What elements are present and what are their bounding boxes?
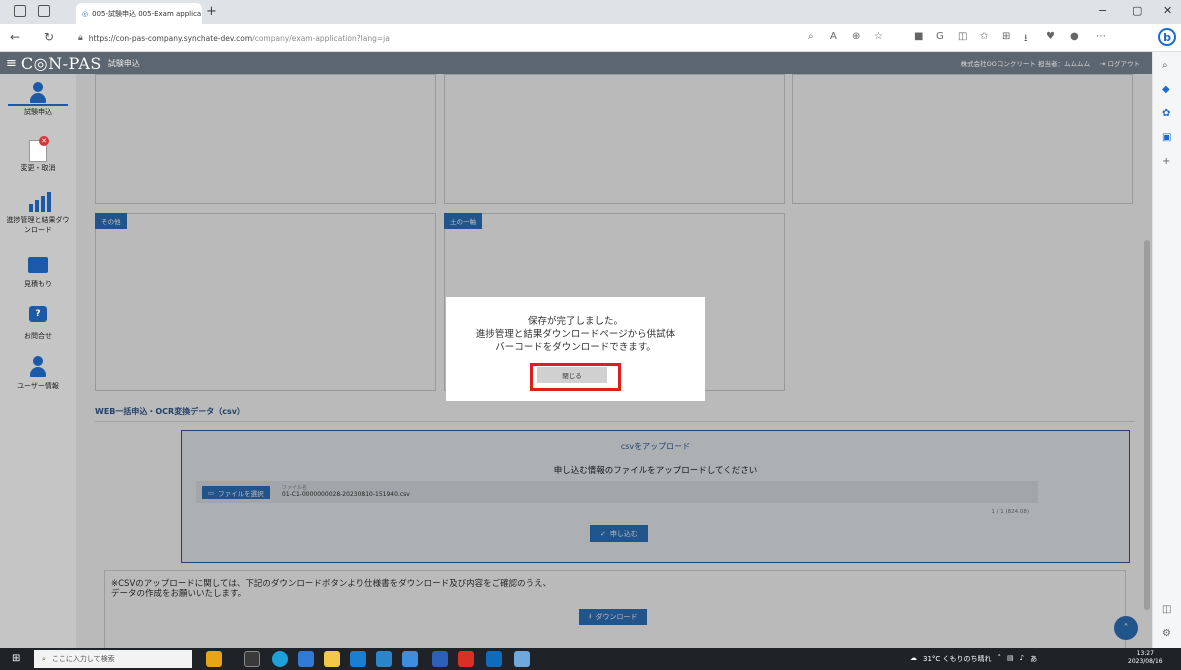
sidebar-item-label: お問合せ: [24, 332, 52, 340]
clock-time: 13:27: [1136, 650, 1154, 657]
url-path: /company/exam-application?lang=ja: [252, 33, 390, 43]
outlook-app-icon[interactable]: [486, 651, 502, 667]
highlight-box: [530, 363, 621, 391]
mail-app-icon[interactable]: [350, 651, 366, 667]
user-icon: [27, 356, 49, 378]
shopping-tag-icon[interactable]: ◆: [1162, 84, 1170, 95]
sidebar-item-estimate[interactable]: 見積もり: [0, 254, 76, 289]
dialog-line-2: 進捗管理と結果ダウンロードページから供試体: [475, 329, 676, 340]
search-placeholder: ここに入力して検索: [51, 655, 115, 663]
task-view-icon[interactable]: [244, 651, 260, 667]
tab-title: 005-試験申込 005-Exam applica: [92, 9, 202, 18]
zoom-icon[interactable]: ⊕: [852, 31, 860, 42]
sidebar-item-label: 試験申込: [24, 108, 52, 116]
tray-overflow-icon[interactable]: ˄: [998, 654, 1002, 664]
favorites-icon[interactable]: ✩: [980, 31, 988, 42]
settings-gear-icon[interactable]: ⚙: [1162, 628, 1171, 639]
close-window-icon[interactable]: ✕: [1163, 4, 1172, 17]
sidebar-item-label: ユーザー情報: [17, 382, 59, 390]
sidebar-item-contact[interactable]: ? お問合せ: [0, 306, 76, 341]
sidebar-item-label: 見積もり: [24, 280, 52, 288]
person-icon: [27, 82, 49, 104]
browser-tab[interactable]: ◎ 005-試験申込 005-Exam applica ×: [76, 3, 202, 24]
search-icon: ⌕: [42, 654, 46, 663]
back-icon[interactable]: ←: [10, 30, 20, 44]
tab-favicon-icon: ◎: [82, 9, 89, 18]
add-icon[interactable]: +: [1162, 156, 1170, 167]
weather-icon: ☁: [910, 654, 917, 662]
windows-taskbar: ⊞ ⌕ ここに入力して検索 ☁ 31°C くもりのち晴れ ˄ ▤ ♪ あ 13:…: [0, 648, 1181, 670]
app-logo: C◎N-PAS: [20, 53, 102, 73]
search-icon[interactable]: ⌕: [1162, 60, 1168, 71]
network-icon[interactable]: ▤: [1007, 654, 1014, 664]
question-bubble-icon: ?: [27, 306, 49, 328]
company-info: 株式会社OOコンクリート 担当者：ムムムム: [960, 60, 1090, 68]
dialog-line-1: 保存が完了しました。: [527, 316, 623, 327]
more-icon[interactable]: ⋯: [1096, 31, 1106, 42]
document-cancel-icon: ✕: [27, 136, 49, 162]
new-tab-icon[interactable]: +: [206, 4, 217, 19]
sidebar: 試験申込 ✕ 変更・取消 進捗管理と結果ダウンロード 見積もり ? お問合せ ユ…: [0, 74, 76, 648]
edge-app-icon[interactable]: [272, 651, 288, 667]
edge-side-panel: ⌕ ◆ ✿ ▣ + ◫ ⚙: [1152, 52, 1181, 648]
url-host: https://con-pas-company.synchate-dev.com: [88, 33, 253, 43]
taskbar-search[interactable]: ⌕ ここに入力して検索: [34, 650, 192, 668]
app-2-icon[interactable]: [402, 651, 418, 667]
app-icon[interactable]: [376, 651, 392, 667]
explorer-app-icon[interactable]: [324, 651, 340, 667]
performance-icon[interactable]: ♥: [1046, 31, 1055, 42]
extension-icon[interactable]: ■: [914, 31, 923, 42]
logout-label: ログアウト: [1107, 60, 1141, 68]
browser-tab-bar: ◎ 005-試験申込 005-Exam applica × + − ▢ ✕: [0, 0, 1181, 24]
clock[interactable]: 13:27 2023/08/16: [1128, 650, 1163, 666]
sidebar-item-label: 進捗管理と結果ダウンロード: [6, 216, 70, 234]
workspaces-icon[interactable]: [14, 5, 26, 17]
briefcase-app-icon[interactable]: [206, 651, 222, 667]
app-header: ≡ C◎N-PAS 試験申込 株式会社OOコンクリート 担当者：ムムムム ⇥ ロ…: [0, 52, 1152, 74]
sidebar-item-change-cancel[interactable]: ✕ 変更・取消: [0, 136, 76, 173]
restore-icon[interactable]: ▢: [1132, 4, 1142, 17]
weather-text[interactable]: 31°C くもりのち晴れ: [923, 654, 992, 664]
bar-chart-icon: [27, 190, 51, 212]
collections-icon[interactable]: ⊞: [1002, 31, 1010, 42]
downloads-icon[interactable]: ⭳: [1024, 31, 1028, 48]
dialog-line-3: バーコードをダウンロードできます。: [495, 342, 656, 353]
dialog-message: 保存が完了しました。 進捗管理と結果ダウンロードページから供試体 バーコードをダ…: [446, 315, 705, 354]
envelope-icon: [27, 254, 49, 276]
word-app-icon[interactable]: [432, 651, 448, 667]
windows-start-icon[interactable]: ⊞: [12, 653, 20, 664]
sidebar-item-user-info[interactable]: ユーザー情報: [0, 356, 76, 391]
lock-icon: 🔒︎: [78, 33, 83, 43]
minimize-icon[interactable]: −: [1098, 4, 1107, 17]
ime-indicator[interactable]: あ: [1030, 654, 1037, 664]
page-title: 試験申込: [107, 58, 140, 68]
outlook-icon[interactable]: ▣: [1162, 132, 1171, 143]
active-indicator: [8, 104, 68, 106]
tab-actions-icon[interactable]: [38, 5, 50, 17]
bing-copilot-icon[interactable]: b: [1158, 28, 1176, 46]
sidebar-item-label: 変更・取消: [20, 164, 56, 172]
sidebar-toggle-icon[interactable]: ◫: [1162, 604, 1171, 615]
extension-2-icon[interactable]: G: [936, 31, 944, 42]
volume-icon[interactable]: ♪: [1020, 654, 1024, 664]
hamburger-menu-icon[interactable]: ≡: [6, 56, 17, 71]
address-bar-row: ← ↻ 🔒︎ https://con-pas-company.synchate-…: [0, 24, 1181, 52]
store-app-icon[interactable]: [298, 651, 314, 667]
acrobat-app-icon[interactable]: [458, 651, 474, 667]
tools-icon[interactable]: ✿: [1162, 108, 1170, 119]
system-tray: ☁ 31°C くもりのち晴れ ˄ ▤ ♪ あ: [910, 654, 1037, 664]
favorite-star-icon[interactable]: ☆: [874, 31, 883, 42]
clock-date: 2023/08/16: [1128, 658, 1163, 665]
profile-icon[interactable]: ●: [1070, 31, 1079, 42]
split-screen-icon[interactable]: ◫: [958, 31, 967, 42]
app-3-icon[interactable]: [514, 651, 530, 667]
search-icon[interactable]: ⌕: [808, 31, 814, 42]
sidebar-item-exam-application[interactable]: 試験申込: [0, 82, 76, 117]
refresh-icon[interactable]: ↻: [44, 30, 54, 44]
sidebar-item-progress[interactable]: 進捗管理と結果ダウンロード: [0, 190, 76, 235]
read-aloud-icon[interactable]: A: [830, 31, 837, 42]
logout-link[interactable]: ⇥ ログアウト: [1100, 58, 1140, 68]
url-field[interactable]: 🔒︎ https://con-pas-company.synchate-dev.…: [78, 29, 798, 47]
